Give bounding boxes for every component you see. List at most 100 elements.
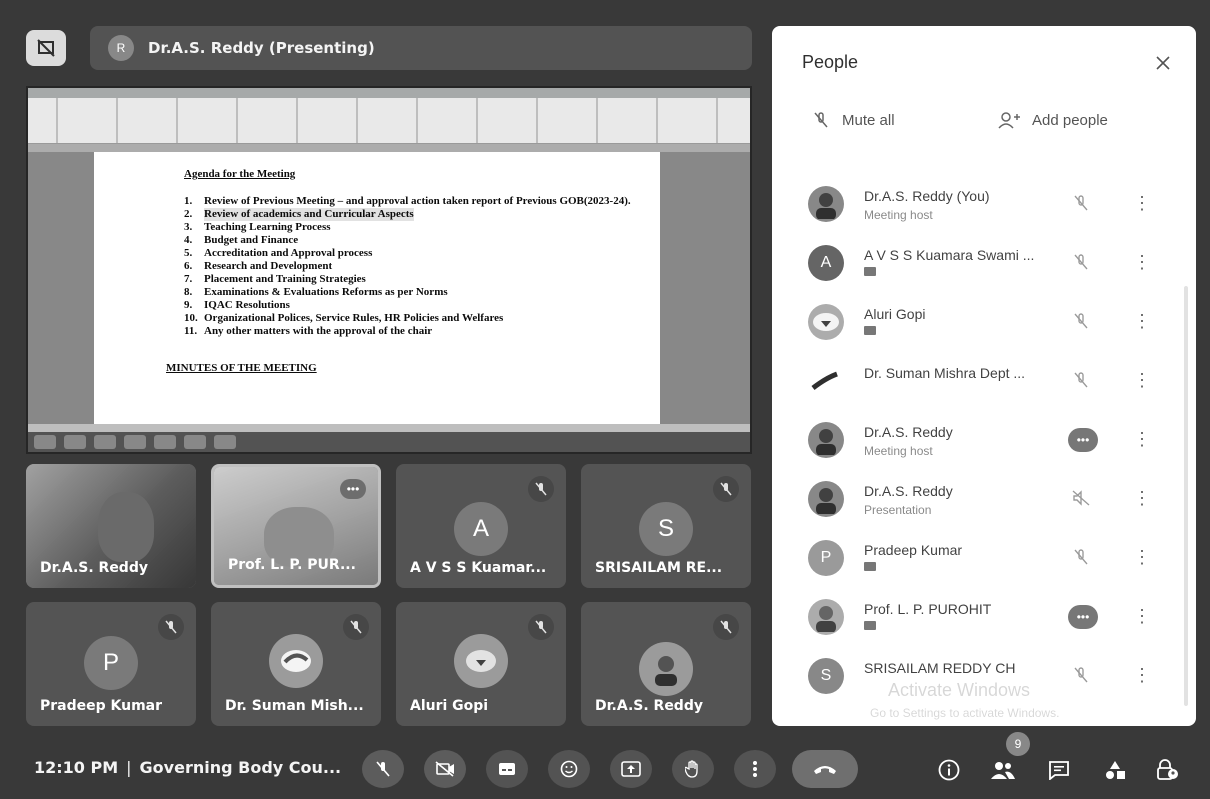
avatar-photo xyxy=(639,642,693,696)
chat-icon xyxy=(1049,761,1069,780)
tile-label: SRISAILAM RE... xyxy=(595,560,723,576)
activities-button[interactable] xyxy=(1100,755,1130,785)
participant-tile[interactable]: Dr.A.S. Reddy xyxy=(26,464,196,588)
document-page: Agenda for the Meeting 1. Review of Previ… xyxy=(94,152,660,424)
panel-scrollbar[interactable] xyxy=(1184,286,1188,706)
device-icon xyxy=(864,562,876,571)
mic-off-icon xyxy=(528,476,554,502)
agenda-item: 1. Review of Previous Meeting – and appro… xyxy=(184,195,631,207)
participant-name: Dr.A.S. Reddy xyxy=(864,483,953,499)
raise-hand-button[interactable] xyxy=(672,750,714,788)
device-icon xyxy=(864,267,876,276)
participant-tile[interactable]: ••• Prof. L. P. PUR... xyxy=(211,464,381,588)
tile-label: A V S S Kuamar... xyxy=(410,560,547,576)
list-item[interactable]: Aluri Gopi ⋮ xyxy=(772,294,1196,353)
more-vert-icon[interactable]: ⋮ xyxy=(1132,367,1152,393)
people-count-badge: 9 xyxy=(1006,732,1030,756)
add-people-button[interactable]: Add people xyxy=(998,102,1108,138)
mic-toggle-button[interactable] xyxy=(362,750,404,788)
mute-all-button[interactable]: Mute all xyxy=(812,102,895,138)
list-item[interactable]: Dr.A.S. Reddy Meeting host ••• ⋮ xyxy=(772,412,1196,471)
agenda-item: 5. Accreditation and Approval process xyxy=(184,247,373,259)
present-button[interactable] xyxy=(610,750,652,788)
list-item[interactable]: Dr.A.S. Reddy Presentation ⋮ xyxy=(772,471,1196,530)
mic-off-icon xyxy=(1068,367,1094,393)
list-item[interactable]: P Pradeep Kumar ⋮ xyxy=(772,530,1196,589)
agenda-item: 2. Review of academics and Curricular Asp… xyxy=(184,208,414,221)
more-options-button[interactable] xyxy=(734,750,776,788)
more-vert-icon[interactable]: ⋮ xyxy=(1132,662,1152,688)
info-icon xyxy=(938,759,960,781)
more-vert-icon[interactable]: ⋮ xyxy=(1132,190,1152,216)
avatar: S xyxy=(808,658,844,694)
more-vert-icon[interactable]: ⋮ xyxy=(1132,426,1152,452)
taskbar-app-icon xyxy=(94,435,116,449)
separator: | xyxy=(126,758,132,777)
participant-name: Pradeep Kumar xyxy=(864,542,963,558)
close-icon[interactable] xyxy=(1148,48,1178,78)
participant-tile[interactable]: A A V S S Kuamar... xyxy=(396,464,566,588)
people-button[interactable] xyxy=(988,755,1018,785)
participant-name: SRISAILAM REDDY CH xyxy=(864,660,1016,676)
mic-off-icon xyxy=(1068,662,1094,688)
panel-title: People xyxy=(802,52,859,72)
shared-screen: Agenda for the Meeting 1. Review of Previ… xyxy=(26,86,752,454)
host-controls-button[interactable] xyxy=(1152,755,1182,785)
captions-button[interactable] xyxy=(486,750,528,788)
list-item[interactable]: Dr.A.S. Reddy (You) Meeting host ⋮ xyxy=(772,176,1196,235)
avatar-photo xyxy=(808,304,844,340)
leave-call-button[interactable] xyxy=(792,750,858,788)
closed-captions-icon xyxy=(499,763,515,775)
activate-windows-watermark: Activate Windows xyxy=(888,680,1031,700)
meeting-title: Governing Body Cou... xyxy=(139,758,342,777)
participant-role: Meeting host xyxy=(864,444,933,458)
participant-name: Dr.A.S. Reddy xyxy=(864,424,953,440)
participant-tile[interactable]: Dr.A.S. Reddy xyxy=(581,602,751,726)
speaking-indicator-icon: ••• xyxy=(1068,605,1098,629)
tile-label: Dr.A.S. Reddy xyxy=(595,698,703,714)
chat-button[interactable] xyxy=(1044,755,1074,785)
meeting-info: 12:10 PM | Governing Body Cou... xyxy=(34,758,341,777)
device-icon xyxy=(864,326,876,335)
participant-tile[interactable]: P Pradeep Kumar xyxy=(26,602,196,726)
more-vert-icon[interactable]: ⋮ xyxy=(1132,544,1152,570)
taskbar-app-icon xyxy=(34,435,56,449)
pin-off-icon xyxy=(37,39,55,57)
hand-icon xyxy=(685,760,698,778)
word-statusbar xyxy=(28,424,750,432)
more-vert-icon xyxy=(753,761,757,777)
list-item[interactable]: A A V S S Kuamara Swami ... ⋮ xyxy=(772,235,1196,294)
present-screen-icon xyxy=(621,761,641,777)
participant-tile[interactable]: Dr. Suman Mish... xyxy=(211,602,381,726)
more-vert-icon[interactable]: ⋮ xyxy=(1132,603,1152,629)
clock: 12:10 PM xyxy=(34,758,119,777)
taskbar-app-icon xyxy=(214,435,236,449)
people-list: Dr.A.S. Reddy (You) Meeting host ⋮ A A V… xyxy=(772,176,1196,707)
more-vert-icon[interactable]: ⋮ xyxy=(1132,249,1152,275)
meet-window: R Dr.A.S. Reddy (Presenting) Agenda for … xyxy=(0,0,1210,799)
lock-person-icon xyxy=(1157,759,1178,780)
avatar-photo xyxy=(808,422,844,458)
list-item[interactable]: Prof. L. P. PUROHIT ••• ⋮ xyxy=(772,589,1196,648)
more-options-icon[interactable]: ••• xyxy=(340,479,366,499)
more-vert-icon[interactable]: ⋮ xyxy=(1132,485,1152,511)
bottom-control-bar: 12:10 PM | Governing Body Cou... 9 xyxy=(0,732,1210,799)
agenda-item: 9. IQAC Resolutions xyxy=(184,299,290,311)
emoji-icon xyxy=(560,760,578,778)
people-icon xyxy=(991,762,1015,779)
list-item[interactable]: Dr. Suman Mishra Dept ... ⋮ xyxy=(772,353,1196,412)
agenda-item: 7. Placement and Training Strategies xyxy=(184,273,366,285)
participant-tile[interactable]: S SRISAILAM RE... xyxy=(581,464,751,588)
agenda-list: 1. Review of Previous Meeting – and appro… xyxy=(184,195,660,338)
pin-presentation-button[interactable] xyxy=(26,30,66,66)
avatar-photo xyxy=(808,363,844,399)
mic-off-icon xyxy=(1068,544,1094,570)
participant-name: Prof. L. P. PUROHIT xyxy=(864,601,992,617)
reactions-button[interactable] xyxy=(548,750,590,788)
participant-name: Dr.A.S. Reddy (You) xyxy=(864,188,990,204)
taskbar-app-icon xyxy=(154,435,176,449)
camera-toggle-button[interactable] xyxy=(424,750,466,788)
meeting-details-button[interactable] xyxy=(934,755,964,785)
participant-tile[interactable]: Aluri Gopi xyxy=(396,602,566,726)
more-vert-icon[interactable]: ⋮ xyxy=(1132,308,1152,334)
